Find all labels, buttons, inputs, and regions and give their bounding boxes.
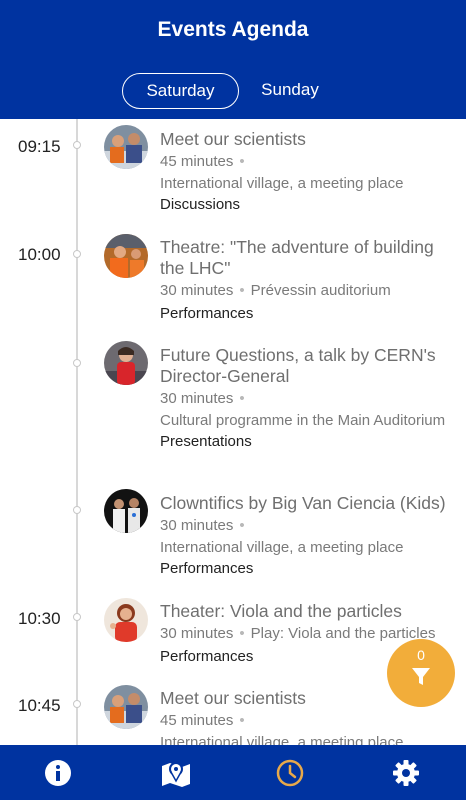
avatar (104, 489, 148, 533)
event-item[interactable]: Meet our scientists 45 minutes • Internat… (160, 129, 460, 216)
time-label: 10:45 (18, 696, 61, 715)
app-header: Events Agenda Saturday Sunday (0, 0, 466, 119)
meta-separator: • (239, 517, 245, 534)
avatar (104, 685, 148, 729)
meta-separator: • (239, 712, 245, 729)
meta-separator: • (239, 625, 245, 642)
nav-agenda[interactable] (232, 745, 348, 800)
timeline-dot (73, 506, 81, 514)
event-duration: 45 minutes (160, 712, 234, 729)
event-duration: 45 minutes (160, 153, 234, 170)
event-item[interactable]: Future Questions, a talk by CERN's Direc… (160, 345, 460, 453)
event-duration: 30 minutes (160, 625, 234, 642)
info-icon (45, 760, 71, 786)
time-label: 10:30 (18, 609, 61, 628)
filter-count: 0 (417, 647, 425, 663)
timeline-dot (73, 700, 81, 708)
event-location: International village, a meeting place (160, 734, 404, 745)
gear-icon (393, 760, 419, 786)
event-category: Discussions (160, 196, 241, 213)
page-title: Events Agenda (157, 18, 309, 41)
clock-icon (276, 759, 304, 787)
avatar (104, 598, 148, 642)
timeline-dot (73, 359, 81, 367)
event-meta: 30 minutes • Prévessin auditorium (160, 280, 460, 302)
event-meta: 30 minutes • (160, 515, 460, 537)
event-title: Theater: Viola and the particles (160, 601, 402, 621)
event-category: Presentations (160, 433, 252, 450)
time-label: 10:00 (18, 245, 61, 264)
event-category: Performances (160, 305, 254, 322)
timeline-line (76, 119, 78, 745)
nav-settings[interactable] (348, 745, 464, 800)
event-location: International village, a meeting place (160, 175, 404, 192)
event-item[interactable]: Theatre: "The adventure of building the … (160, 237, 460, 325)
event-title: Meet our scientists (160, 129, 306, 149)
event-meta: 45 minutes • (160, 710, 460, 732)
event-item[interactable]: Clowntifics by Big Van Ciencia (Kids) 30… (160, 493, 460, 580)
event-venue: Play: Viola and the particles (250, 625, 436, 642)
event-location: Cultural programme in the Main Auditoriu… (160, 412, 446, 429)
nav-info[interactable] (0, 745, 116, 800)
event-location: International village, a meeting place (160, 539, 404, 556)
nav-map[interactable] (116, 745, 232, 800)
timeline-dot (73, 250, 81, 258)
meta-separator: • (239, 153, 245, 170)
avatar (104, 125, 148, 169)
event-title: Future Questions, a talk by CERN's Direc… (160, 345, 436, 386)
event-meta: 45 minutes • (160, 151, 460, 173)
meta-separator: • (239, 282, 245, 299)
tab-saturday[interactable]: Saturday (122, 73, 239, 109)
bottom-nav (0, 745, 466, 800)
event-title: Clowntifics by Big Van Ciencia (Kids) (160, 493, 446, 513)
meta-separator: • (239, 390, 245, 407)
map-icon (162, 762, 190, 787)
avatar (104, 234, 148, 278)
event-duration: 30 minutes (160, 517, 234, 534)
event-duration: 30 minutes (160, 390, 234, 407)
filter-icon (412, 668, 430, 685)
time-label: 09:15 (18, 137, 61, 156)
event-category: Performances (160, 560, 254, 577)
filter-button[interactable]: 0 (387, 639, 455, 707)
tab-sunday[interactable]: Sunday (250, 73, 330, 109)
event-meta: 30 minutes • (160, 388, 460, 410)
event-venue: Prévessin auditorium (250, 282, 391, 299)
event-duration: 30 minutes (160, 282, 234, 299)
event-title: Theatre: "The adventure of building the … (160, 237, 434, 278)
timeline-dot (73, 141, 81, 149)
avatar (104, 341, 148, 385)
timeline-dot (73, 613, 81, 621)
